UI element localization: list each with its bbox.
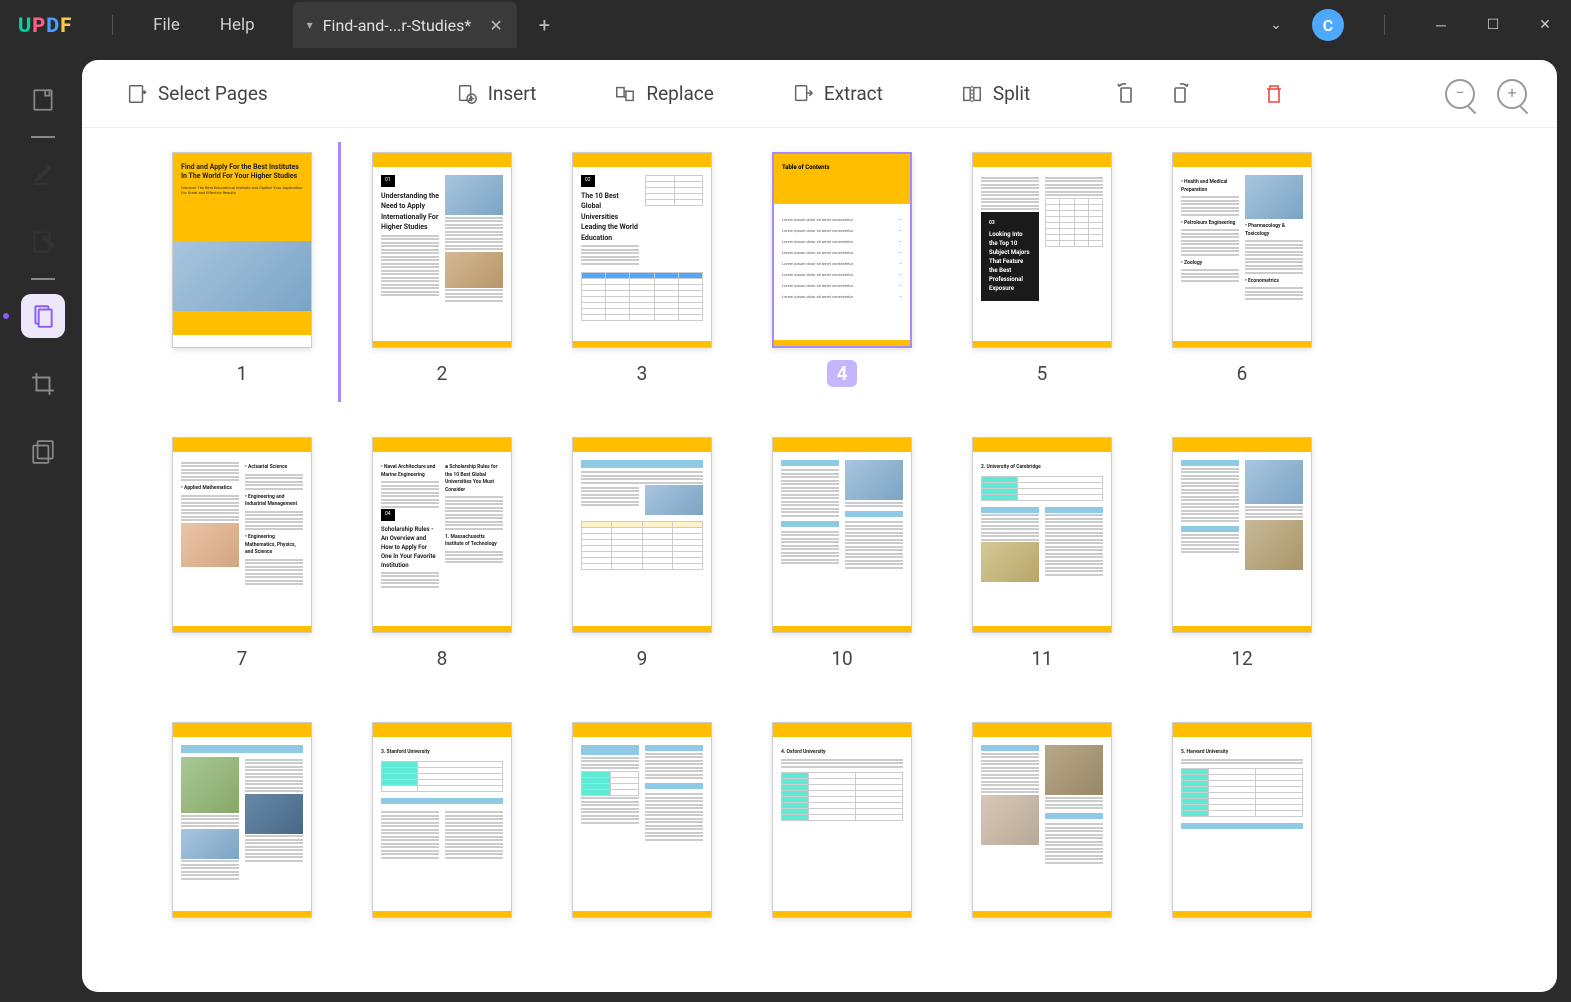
page-thumbnail-cell: 10 xyxy=(772,437,912,672)
left-sidebar xyxy=(4,60,82,992)
page-thumbnail[interactable]: 3. Stanford University xyxy=(372,722,512,918)
replace-button[interactable]: Replace xyxy=(600,74,727,113)
page-thumbnail[interactable]: 03Looking Into the Top 10 Subject Majors… xyxy=(972,152,1112,348)
sidebar-organize-pages[interactable] xyxy=(21,294,65,338)
split-icon xyxy=(961,83,983,105)
sidebar-comment[interactable] xyxy=(21,152,65,196)
tab-title: Find-and-...r-Studies* xyxy=(323,16,472,35)
page-thumbnail-cell xyxy=(972,722,1112,918)
sidebar-edit[interactable] xyxy=(21,220,65,264)
titlebar: UPDF File Help ▾ Find-and-...r-Studies* … xyxy=(0,0,1571,50)
separator xyxy=(112,15,113,35)
page-thumbnail[interactable] xyxy=(172,722,312,918)
page-thumbnail-cell xyxy=(172,722,312,918)
sidebar-batch[interactable] xyxy=(21,430,65,474)
page-number: 1 xyxy=(227,360,258,387)
select-icon xyxy=(126,83,148,105)
page-thumbnail-cell: Table of ContentsLorem ipsum dolor sit a… xyxy=(772,152,912,387)
extract-label: Extract xyxy=(824,82,883,105)
page-thumbnail-cell: 2. University of Cambridge 11 xyxy=(972,437,1112,672)
page-number: 2 xyxy=(427,360,458,387)
page-thumbnail-cell: 9 xyxy=(572,437,712,672)
replace-icon xyxy=(614,83,636,105)
page-thumbnail-cell: • Naval Architecture and Marine Engineer… xyxy=(372,437,512,672)
app-logo: UPDF xyxy=(18,13,72,37)
page-number: 8 xyxy=(427,645,458,672)
page-number: 12 xyxy=(1221,645,1262,672)
page-thumbnail-cell: • Health and Medical Preparation• Petrol… xyxy=(1172,152,1312,387)
page-thumbnail-cell: 03Looking Into the Top 10 Subject Majors… xyxy=(972,152,1112,387)
page-thumbnail[interactable] xyxy=(572,722,712,918)
split-label: Split xyxy=(993,82,1030,105)
window-maximize[interactable]: ☐ xyxy=(1477,9,1509,41)
content-panel: Select Pages Insert Replace xyxy=(82,60,1557,992)
menu-file[interactable]: File xyxy=(133,7,200,43)
delete-button[interactable] xyxy=(1252,74,1296,114)
page-thumbnail[interactable] xyxy=(1172,437,1312,633)
thumbnails-area[interactable]: Find and Apply For the Best Institutes I… xyxy=(82,128,1557,992)
page-thumbnail[interactable]: • Applied Mathematics• Actuarial Science… xyxy=(172,437,312,633)
page-thumbnail[interactable] xyxy=(972,722,1112,918)
user-avatar[interactable]: C xyxy=(1312,9,1344,41)
extract-button[interactable]: Extract xyxy=(778,74,897,113)
page-thumbnail[interactable]: 02The 10 Best Global Universities Leadin… xyxy=(572,152,712,348)
window-minimize[interactable]: ─ xyxy=(1425,9,1457,41)
page-thumbnail-cell: • Applied Mathematics• Actuarial Science… xyxy=(172,437,312,672)
page-number: 10 xyxy=(821,645,862,672)
page-thumbnail[interactable]: 01Understanding the Need to Apply Intern… xyxy=(372,152,512,348)
page-number: 5 xyxy=(1027,360,1058,387)
page-thumbnail[interactable]: Table of ContentsLorem ipsum dolor sit a… xyxy=(772,152,912,348)
rotate-left-button[interactable] xyxy=(1104,74,1148,114)
main-area: Select Pages Insert Replace xyxy=(0,50,1571,1002)
page-number: 11 xyxy=(1021,645,1062,672)
window-close[interactable]: ✕ xyxy=(1529,9,1561,41)
replace-label: Replace xyxy=(646,82,713,105)
page-number: 3 xyxy=(627,360,658,387)
page-number: 9 xyxy=(627,645,658,672)
select-pages-label: Select Pages xyxy=(158,82,268,105)
page-number: 6 xyxy=(1227,360,1258,387)
select-pages-button[interactable]: Select Pages xyxy=(112,74,282,113)
page-thumbnail-cell: 3. Stanford University xyxy=(372,722,512,918)
zoom-out-button[interactable]: − xyxy=(1445,79,1475,109)
insert-button[interactable]: Insert xyxy=(442,74,551,113)
split-button[interactable]: Split xyxy=(947,74,1044,113)
menu-help[interactable]: Help xyxy=(200,7,275,43)
insertion-marker xyxy=(338,142,341,402)
document-tab[interactable]: ▾ Find-and-...r-Studies* ✕ xyxy=(293,2,517,48)
chevron-down-icon[interactable]: ⌄ xyxy=(1260,9,1292,41)
page-thumbnail-cell: Find and Apply For the Best Institutes I… xyxy=(172,152,312,387)
page-thumbnail-cell: 4. Oxford University xyxy=(772,722,912,918)
close-icon[interactable]: ✕ xyxy=(489,16,502,35)
page-thumbnail-cell: 02The 10 Best Global Universities Leadin… xyxy=(572,152,712,387)
divider xyxy=(31,136,55,138)
zoom-in-button[interactable]: + xyxy=(1497,79,1527,109)
page-thumbnail[interactable]: Find and Apply For the Best Institutes I… xyxy=(172,152,312,348)
page-thumbnail-cell: 5. Harvard University xyxy=(1172,722,1312,918)
page-thumbnail[interactable]: 5. Harvard University xyxy=(1172,722,1312,918)
active-indicator xyxy=(3,313,9,319)
page-thumbnail[interactable]: 4. Oxford University xyxy=(772,722,912,918)
sidebar-reader[interactable] xyxy=(21,78,65,122)
page-thumbnail[interactable]: 2. University of Cambridge xyxy=(972,437,1112,633)
page-thumbnail[interactable] xyxy=(572,437,712,633)
chevron-down-icon[interactable]: ▾ xyxy=(307,18,313,32)
page-thumbnail[interactable]: • Naval Architecture and Marine Engineer… xyxy=(372,437,512,633)
organize-toolbar: Select Pages Insert Replace xyxy=(82,60,1557,128)
separator xyxy=(1384,15,1385,35)
page-thumbnail-cell: 12 xyxy=(1172,437,1312,672)
page-thumbnail-cell: 01Understanding the Need to Apply Intern… xyxy=(372,152,512,387)
page-number: 7 xyxy=(227,645,258,672)
page-number: 4 xyxy=(827,360,858,387)
extract-icon xyxy=(792,83,814,105)
rotate-right-button[interactable] xyxy=(1158,74,1202,114)
new-tab-button[interactable]: + xyxy=(539,13,550,37)
page-thumbnail-cell xyxy=(572,722,712,918)
insert-icon xyxy=(456,83,478,105)
page-thumbnail[interactable]: • Health and Medical Preparation• Petrol… xyxy=(1172,152,1312,348)
divider xyxy=(31,278,55,280)
insert-label: Insert xyxy=(488,82,537,105)
page-thumbnail[interactable] xyxy=(772,437,912,633)
sidebar-crop[interactable] xyxy=(21,362,65,406)
